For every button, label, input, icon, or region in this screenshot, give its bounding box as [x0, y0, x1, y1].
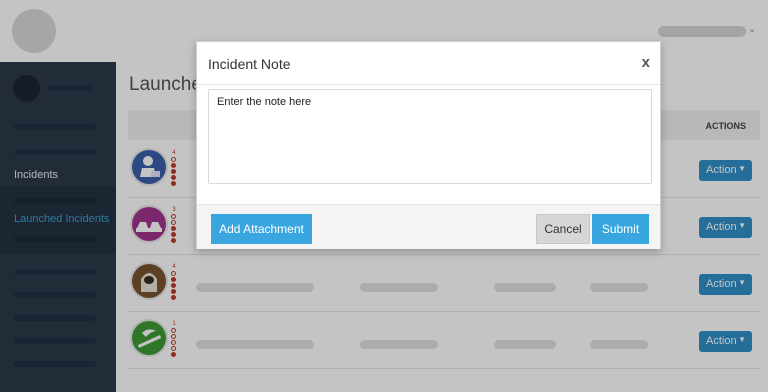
add-attachment-button[interactable]: Add Attachment	[211, 214, 312, 244]
note-textarea[interactable]	[208, 89, 652, 184]
dialog-title: Incident Note	[208, 56, 291, 72]
close-icon[interactable]: x	[642, 54, 650, 71]
cancel-button[interactable]: Cancel	[536, 214, 590, 244]
submit-button[interactable]: Submit	[592, 214, 649, 244]
incident-note-dialog: Incident Note x Add Attachment Cancel Su…	[196, 41, 661, 249]
dialog-footer: Add Attachment Cancel Submit	[197, 204, 660, 249]
dialog-header: Incident Note x	[197, 42, 660, 85]
